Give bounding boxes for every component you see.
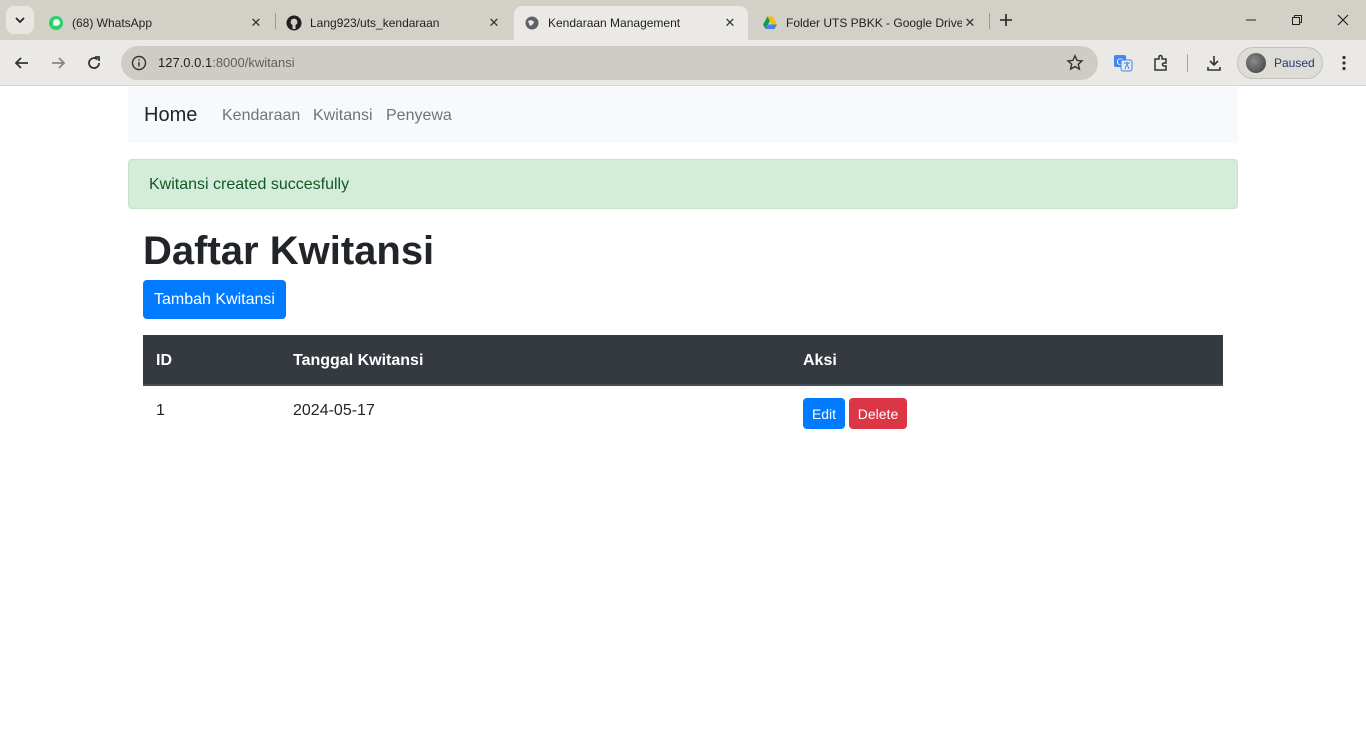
arrow-left-icon xyxy=(14,57,28,69)
bookmark-star-icon[interactable] xyxy=(1066,54,1084,72)
close-icon[interactable]: ✕ xyxy=(722,15,738,31)
tab-search-button[interactable] xyxy=(6,6,34,34)
restore-icon xyxy=(1292,15,1302,25)
profile-status-label: Paused xyxy=(1274,56,1315,70)
url-host: 127.0.0.1 xyxy=(158,55,213,70)
tab-title: (68) WhatsApp xyxy=(72,16,153,30)
table-header: ID Tanggal Kwitansi Aksi xyxy=(143,335,1223,386)
github-icon xyxy=(286,15,302,31)
back-button[interactable] xyxy=(8,49,36,77)
tab-title: Kendaraan Management xyxy=(548,16,681,30)
new-tab-button[interactable] xyxy=(994,8,1018,32)
url-path: :8000/kwitansi xyxy=(212,55,295,70)
plus-icon xyxy=(1000,14,1012,26)
cell-id: 1 xyxy=(156,402,165,419)
toolbar-divider xyxy=(1187,54,1188,72)
avatar xyxy=(1246,53,1266,73)
table-row: 1 2024-05-17 Edit Delete xyxy=(143,386,1223,438)
navbar: Home Kendaraan Kwitansi Penyewa xyxy=(128,87,1238,143)
column-header-id: ID xyxy=(156,352,172,369)
add-kwitansi-button[interactable]: Tambah Kwitansi xyxy=(143,280,286,319)
download-icon[interactable] xyxy=(1203,52,1225,74)
tab-whatsapp[interactable]: (68) WhatsApp ✕ xyxy=(38,6,274,40)
close-icon[interactable]: ✕ xyxy=(962,15,978,31)
url-text[interactable]: 127.0.0.1:8000/kwitansi xyxy=(158,55,295,70)
page-title: Daftar Kwitansi xyxy=(143,229,435,273)
chevron-down-icon xyxy=(15,17,25,24)
edit-button[interactable]: Edit xyxy=(803,398,845,429)
alert-message: Kwitansi created succesfully xyxy=(149,176,350,193)
close-icon[interactable]: ✕ xyxy=(248,15,264,31)
kebab-menu-icon[interactable] xyxy=(1333,52,1355,74)
nav-link-penyewa[interactable]: Penyewa xyxy=(386,107,452,125)
google-drive-icon xyxy=(762,15,778,31)
browser-tab-bar: (68) WhatsApp ✕ Lang923/uts_kendaraan ✕ … xyxy=(0,0,1366,40)
success-alert: Kwitansi created succesfully xyxy=(128,159,1238,209)
column-header-tanggal: Tanggal Kwitansi xyxy=(293,352,424,369)
reload-button[interactable] xyxy=(80,49,108,77)
translate-icon[interactable]: G xyxy=(1112,52,1134,74)
tab-kendaraan-management[interactable]: Kendaraan Management ✕ xyxy=(514,6,748,40)
whatsapp-icon xyxy=(48,15,64,31)
tab-divider xyxy=(989,13,990,29)
tab-title: Lang923/uts_kendaraan xyxy=(310,16,440,30)
browser-toolbar: 127.0.0.1:8000/kwitansi G Paused xyxy=(0,40,1366,86)
nav-link-kendaraan[interactable]: Kendaraan xyxy=(222,107,300,125)
column-header-aksi: Aksi xyxy=(803,352,837,369)
minimize-icon xyxy=(1246,19,1256,21)
nav-link-kwitansi[interactable]: Kwitansi xyxy=(313,107,373,125)
tab-github[interactable]: Lang923/uts_kendaraan ✕ xyxy=(276,6,512,40)
extensions-icon[interactable] xyxy=(1150,52,1172,74)
close-icon[interactable]: ✕ xyxy=(486,15,502,31)
tab-google-drive[interactable]: Folder UTS PBKK - Google Drive ✕ xyxy=(752,6,988,40)
arrow-right-icon xyxy=(52,57,66,69)
address-bar[interactable]: 127.0.0.1:8000/kwitansi xyxy=(121,46,1098,80)
page-content: Home Kendaraan Kwitansi Penyewa Kwitansi… xyxy=(0,87,1366,738)
navbar-brand-home[interactable]: Home xyxy=(144,104,197,127)
profile-button[interactable]: Paused xyxy=(1237,47,1323,79)
close-icon xyxy=(1337,14,1349,26)
forward-button[interactable] xyxy=(44,49,72,77)
site-info-icon[interactable] xyxy=(129,53,149,73)
tab-title: Folder UTS PBKK - Google Drive xyxy=(786,16,962,30)
restore-button[interactable] xyxy=(1274,0,1320,40)
minimize-button[interactable] xyxy=(1228,0,1274,40)
reload-icon xyxy=(88,56,100,69)
globe-icon xyxy=(524,15,540,31)
kwitansi-table: ID Tanggal Kwitansi Aksi 1 2024-05-17 Ed… xyxy=(143,335,1223,438)
delete-button[interactable]: Delete xyxy=(849,398,907,429)
close-window-button[interactable] xyxy=(1320,0,1366,40)
cell-tanggal: 2024-05-17 xyxy=(293,402,375,419)
